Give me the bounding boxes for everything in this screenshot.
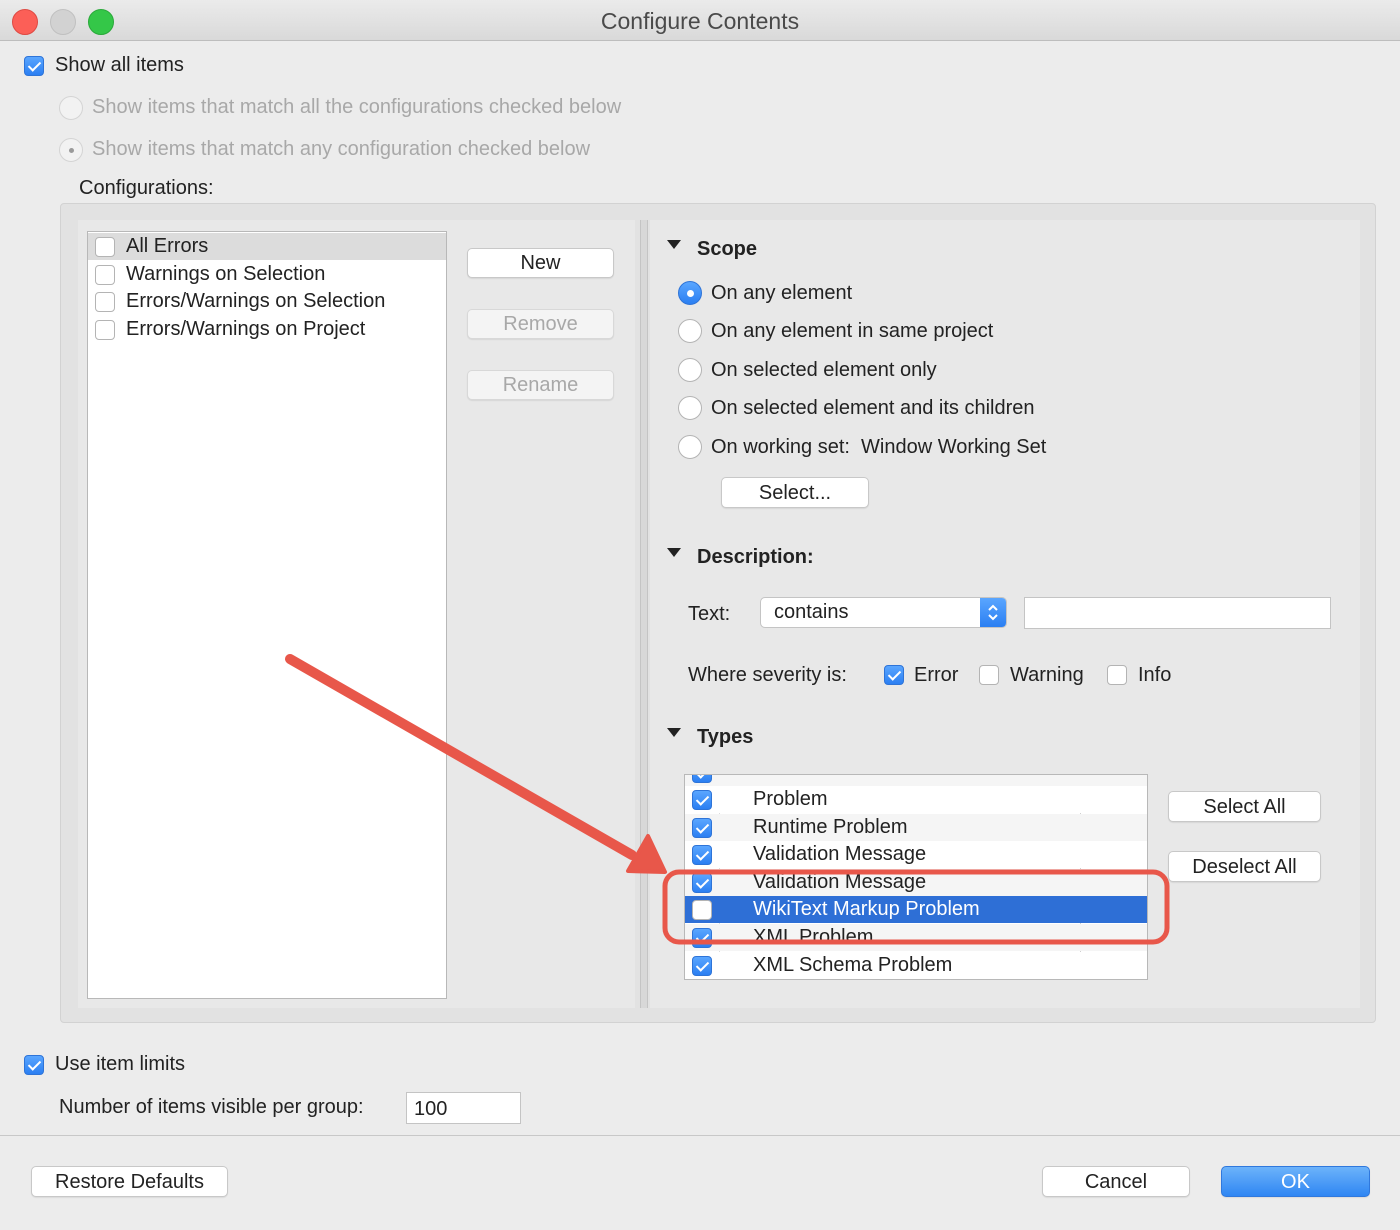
scope-option-label: On any element in same project <box>711 320 994 342</box>
severity-warning-label: Warning <box>1010 664 1084 686</box>
type-checkbox[interactable] <box>692 790 712 810</box>
match-any-radio[interactable] <box>59 138 83 162</box>
ok-button[interactable]: OK <box>1221 1166 1370 1197</box>
severity-label: Where severity is: <box>688 664 847 686</box>
configuration-label: Errors/Warnings on Selection <box>126 290 386 312</box>
types-list[interactable]: Problem Runtime Problem Validation Messa… <box>684 774 1148 980</box>
select-all-button[interactable]: Select All <box>1168 791 1321 822</box>
title-bar: Configure Contents <box>0 0 1400 41</box>
list-item[interactable]: Warnings on Selection <box>88 261 446 288</box>
type-checkbox[interactable] <box>692 775 712 783</box>
cancel-button[interactable]: Cancel <box>1042 1166 1190 1197</box>
configuration-checkbox[interactable] <box>95 320 115 340</box>
select-working-set-button[interactable]: Select... <box>721 477 869 508</box>
window-title: Configure Contents <box>600 8 800 34</box>
severity-info-checkbox[interactable] <box>1107 665 1127 685</box>
table-row-selected[interactable]: WikiText Markup Problem <box>685 896 1147 923</box>
type-label: WikiText Markup Problem <box>753 898 980 920</box>
remove-button[interactable]: Remove <box>467 309 614 339</box>
configuration-checkbox[interactable] <box>95 237 115 257</box>
show-all-items-label: Show all items <box>55 54 184 76</box>
type-checkbox[interactable] <box>692 900 712 920</box>
scope-option-label: On selected element only <box>711 359 937 381</box>
table-row[interactable] <box>685 775 1147 786</box>
show-all-items-checkbox[interactable] <box>24 56 44 76</box>
scope-option-label: On working set: Window Working Set <box>711 436 1047 458</box>
deselect-all-button[interactable]: Deselect All <box>1168 851 1321 882</box>
scope-radio-selected-only[interactable] <box>678 358 702 382</box>
text-label: Text: <box>688 603 731 625</box>
scope-radio-working-set[interactable] <box>678 435 702 459</box>
type-checkbox[interactable] <box>692 845 712 865</box>
list-item[interactable]: All Errors <box>88 233 446 260</box>
scope-option-label: On selected element and its children <box>711 397 1035 419</box>
items-per-group-label: Number of items visible per group: <box>59 1096 364 1118</box>
type-checkbox[interactable] <box>692 818 712 838</box>
rename-button[interactable]: Rename <box>467 370 614 400</box>
type-label: XML Problem <box>753 926 874 948</box>
configuration-checkbox[interactable] <box>95 292 115 312</box>
list-item[interactable]: Errors/Warnings on Selection <box>88 288 446 315</box>
type-checkbox[interactable] <box>692 928 712 948</box>
type-label: XML Schema Problem <box>753 954 953 976</box>
type-label: Problem <box>753 788 828 810</box>
table-row[interactable]: Validation Message <box>685 841 1147 868</box>
description-text-input[interactable] <box>1024 597 1331 629</box>
footer-divider <box>0 1135 1400 1136</box>
table-row[interactable]: XML Schema Problem <box>685 952 1147 979</box>
configuration-label: All Errors <box>126 235 209 257</box>
type-checkbox[interactable] <box>692 956 712 976</box>
type-label: Validation Message <box>753 843 927 865</box>
pane-splitter[interactable] <box>640 220 648 1008</box>
disclosure-triangle-icon[interactable] <box>667 548 681 557</box>
table-row[interactable]: Runtime Problem <box>685 814 1147 841</box>
table-row[interactable]: Validation Message <box>685 869 1147 896</box>
configuration-checkbox[interactable] <box>95 265 115 285</box>
scope-heading: Scope <box>697 238 758 260</box>
scope-option-label: On any element <box>711 282 853 304</box>
new-button[interactable]: New <box>467 248 614 278</box>
type-label: Runtime Problem <box>753 816 908 838</box>
description-heading: Description: <box>697 546 814 568</box>
table-row[interactable]: Problem <box>685 786 1147 813</box>
restore-defaults-button[interactable]: Restore Defaults <box>31 1166 228 1197</box>
match-any-label: Show items that match any configuration … <box>92 138 591 160</box>
text-mode-value: contains <box>774 601 849 623</box>
match-all-radio[interactable] <box>59 96 83 120</box>
list-item[interactable]: Errors/Warnings on Project <box>88 316 446 343</box>
scope-radio-any-element[interactable] <box>678 281 702 305</box>
severity-error-label: Error <box>914 664 959 686</box>
type-checkbox[interactable] <box>692 873 712 893</box>
scope-radio-same-project[interactable] <box>678 319 702 343</box>
severity-warning-checkbox[interactable] <box>979 665 999 685</box>
up-down-stepper-icon <box>980 598 1006 627</box>
text-mode-select[interactable]: contains <box>760 597 1007 628</box>
use-item-limits-checkbox[interactable] <box>24 1055 44 1075</box>
configuration-label: Errors/Warnings on Project <box>126 318 366 340</box>
disclosure-triangle-icon[interactable] <box>667 728 681 737</box>
items-per-group-input[interactable]: 100 <box>406 1092 521 1124</box>
table-row[interactable]: XML Problem <box>685 924 1147 951</box>
severity-info-label: Info <box>1138 664 1172 686</box>
match-all-label: Show items that match all the configurat… <box>92 96 622 118</box>
configurations-list[interactable]: All Errors Warnings on Selection Errors/… <box>87 231 447 999</box>
disclosure-triangle-icon[interactable] <box>667 240 681 249</box>
configuration-label: Warnings on Selection <box>126 263 326 285</box>
types-heading: Types <box>697 726 754 748</box>
type-label: Validation Message <box>753 871 927 893</box>
use-item-limits-label: Use item limits <box>55 1053 186 1075</box>
configurations-label: Configurations: <box>79 177 214 199</box>
scope-radio-selected-children[interactable] <box>678 396 702 420</box>
severity-error-checkbox[interactable] <box>884 665 904 685</box>
